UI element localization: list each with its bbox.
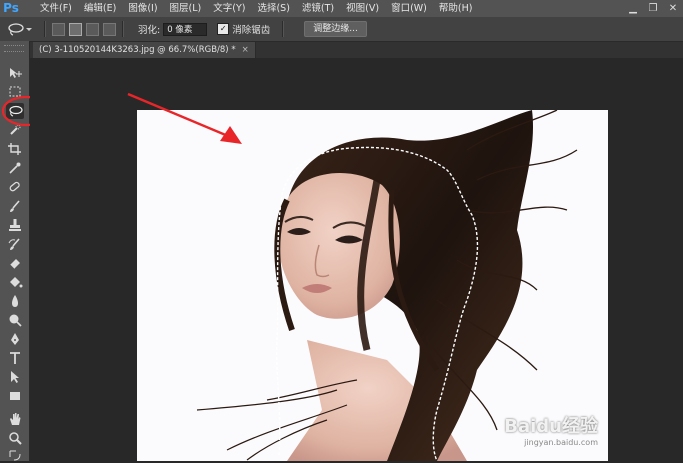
feather-label: 羽化: [138, 25, 161, 36]
divider [44, 21, 46, 37]
refine-edge-button[interactable]: 调整边缘... [304, 21, 367, 37]
eyedropper-tool-icon[interactable] [6, 160, 24, 176]
menu-filter[interactable]: 滤镜(T) [296, 0, 340, 17]
menu-help[interactable]: 帮助(H) [433, 0, 479, 17]
type-tool-icon[interactable] [6, 350, 24, 366]
brush-tool-icon[interactable] [6, 198, 24, 214]
feather-input[interactable] [163, 22, 208, 36]
menu-bar: Ps 文件(F) 编辑(E) 图像(I) 图层(L) 文字(Y) 选择(S) 滤… [0, 0, 683, 17]
crop-tool-icon[interactable] [6, 141, 24, 157]
healing-brush-icon[interactable] [6, 179, 24, 195]
canvas-image[interactable]: Baidu经验 jingyan.baidu.com [137, 110, 608, 461]
document-tab-bar: (C) 3-110520144K3263.jpg @ 66.7%(RGB/8) … [30, 42, 683, 58]
paint-bucket-icon[interactable] [6, 274, 24, 290]
menu-type[interactable]: 文字(Y) [207, 0, 251, 17]
watermark-main: Baidu经验 [504, 416, 598, 437]
document-tab-title: (C) 3-110520144K3263.jpg @ 66.7%(RGB/8) … [39, 45, 236, 55]
menu-edit[interactable]: 编辑(E) [78, 0, 122, 17]
rectangle-tool-icon[interactable] [6, 388, 24, 404]
new-selection-button[interactable] [52, 22, 65, 36]
clone-stamp-icon[interactable] [6, 217, 24, 233]
hand-tool-icon[interactable] [6, 411, 24, 427]
tool-preset-picker[interactable] [0, 17, 40, 41]
zoom-tool-icon[interactable] [6, 430, 24, 446]
menu-view[interactable]: 视图(V) [340, 0, 385, 17]
add-to-selection-button[interactable] [69, 22, 82, 36]
minimize-icon[interactable]: ▁ [623, 0, 643, 17]
eraser-tool-icon[interactable] [6, 255, 24, 271]
menu-file[interactable]: 文件(F) [34, 0, 78, 17]
menu-window[interactable]: 窗口(W) [385, 0, 433, 17]
close-icon[interactable]: ✕ [663, 0, 683, 17]
antialias-label: 消除锯齿 [232, 25, 271, 36]
dodge-tool-icon[interactable] [6, 312, 24, 328]
divider [282, 21, 285, 37]
lasso-icon [8, 23, 32, 36]
menu-select[interactable]: 选择(S) [251, 0, 295, 17]
subtract-from-selection-button[interactable] [86, 22, 99, 36]
intersect-selection-button[interactable] [103, 22, 116, 36]
antialias-checkbox[interactable]: ✓ [217, 23, 230, 35]
move-tool-icon[interactable] [6, 65, 24, 81]
close-tab-icon[interactable]: × [242, 45, 249, 55]
options-bar: 羽化: ✓ 消除锯齿 调整边缘... [0, 17, 683, 42]
menu-layer[interactable]: 图层(L) [164, 0, 208, 17]
window-controls: ▁ ❐ ✕ [623, 0, 683, 17]
path-selection-icon[interactable] [6, 369, 24, 385]
annotation-arrow [127, 92, 242, 144]
history-brush-icon[interactable] [6, 236, 24, 252]
watermark-sub: jingyan.baidu.com [524, 438, 598, 447]
baidu-watermark: Baidu经验 jingyan.baidu.com [504, 412, 598, 447]
photoshop-logo: Ps [3, 1, 19, 15]
menu-image[interactable]: 图像(I) [122, 0, 163, 17]
divider [122, 21, 124, 37]
portrait-photo [196, 110, 578, 461]
blur-tool-icon[interactable] [6, 293, 24, 309]
panel-grip[interactable] [4, 45, 24, 52]
restore-icon[interactable]: ❐ [643, 0, 663, 17]
document-tab[interactable]: (C) 3-110520144K3263.jpg @ 66.7%(RGB/8) … [33, 42, 256, 58]
pen-tool-icon[interactable] [6, 331, 24, 347]
